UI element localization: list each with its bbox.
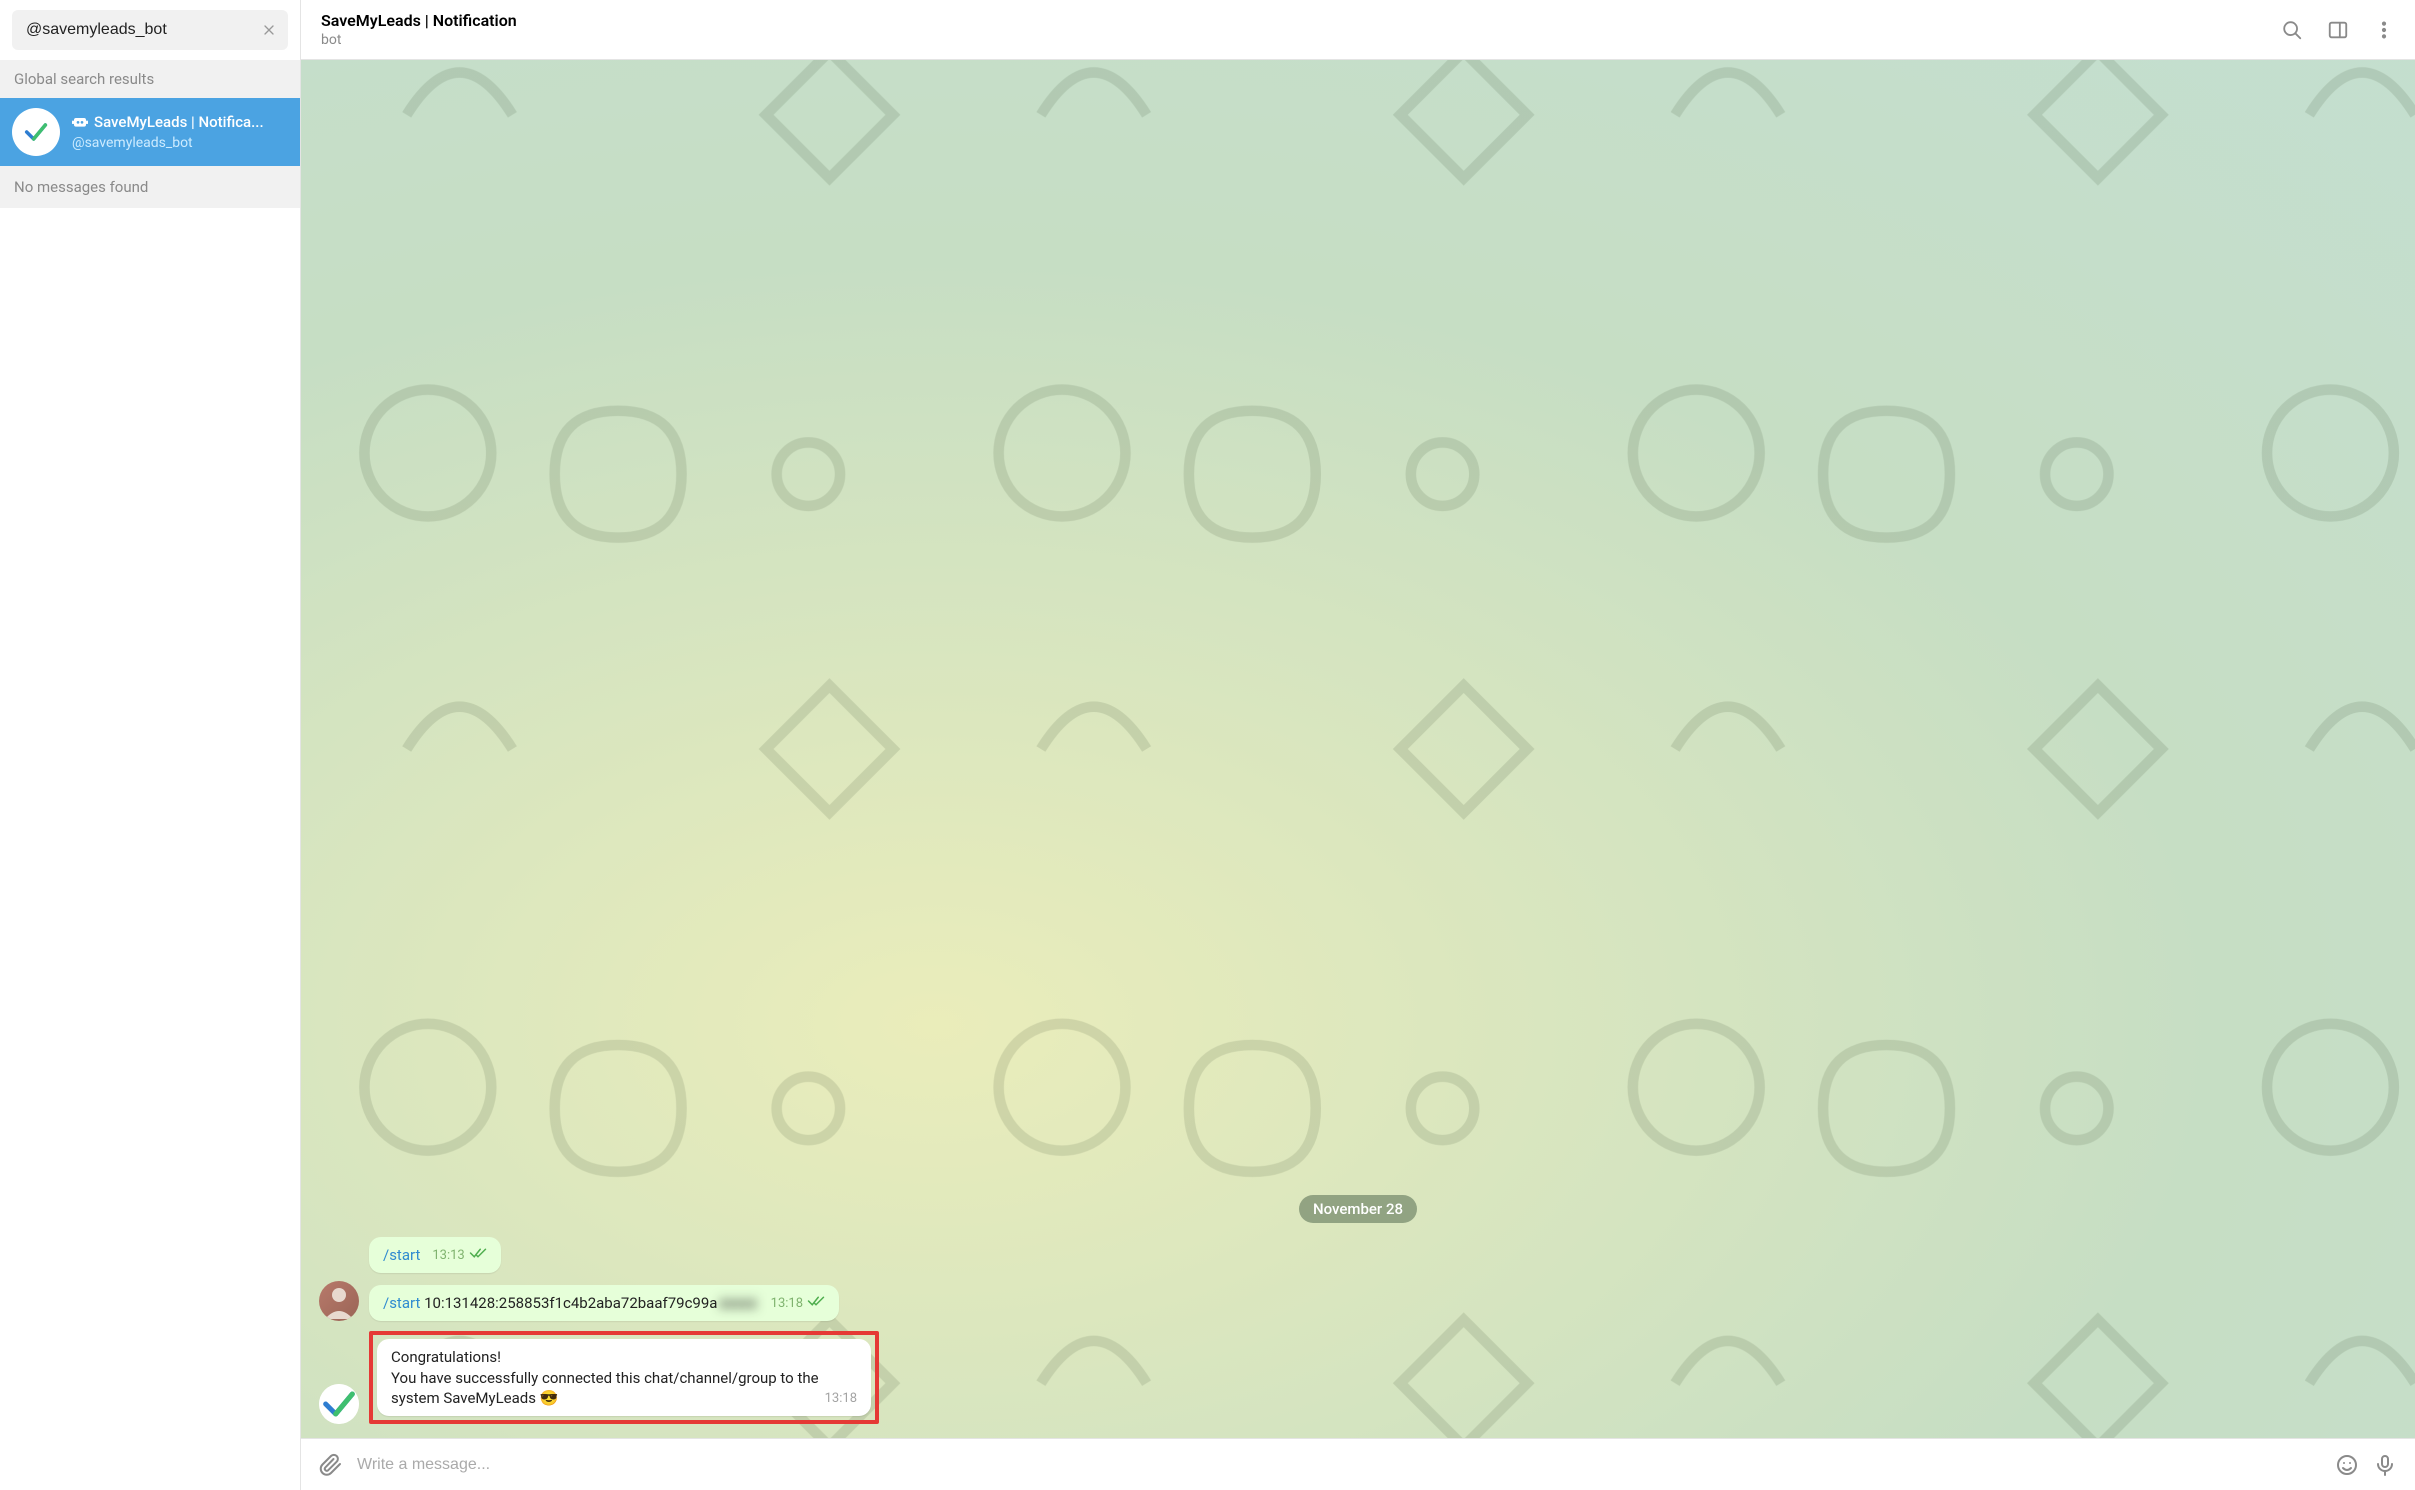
message-line: Congratulations! (391, 1347, 857, 1367)
date-separator: November 28 (1299, 1195, 1417, 1223)
avatar-spacer (319, 1272, 359, 1273)
search-result-text: SaveMyLeads | Notifica... @savemyleads_b… (72, 113, 288, 151)
main: SaveMyLeads | Notification bot (301, 0, 2415, 1490)
message-bubble: /start 10:131428:258853f1c4b2aba72baaf79… (369, 1285, 839, 1321)
microphone-icon[interactable] (2373, 1453, 2397, 1477)
message-out[interactable]: /start 10:131428:258853f1c4b2aba72baaf79… (319, 1281, 839, 1321)
search-result-handle: @savemyleads_bot (72, 135, 288, 151)
highlight-frame: Congratulations! You have successfully c… (369, 1331, 879, 1424)
smile-icon[interactable] (2335, 1453, 2359, 1477)
sidebar: Global search results SaveMyLeads | Noti… (0, 0, 301, 1490)
message-bubble: Congratulations! You have successfully c… (377, 1339, 871, 1416)
avatar[interactable] (319, 1281, 359, 1321)
message-meta: 13:18 (825, 1390, 857, 1408)
avatar (12, 108, 60, 156)
search-result-title: SaveMyLeads | Notifica... (94, 113, 264, 131)
message-meta: 13:13 (432, 1247, 486, 1265)
message-command[interactable]: /start (383, 1246, 420, 1264)
message-time: 13:18 (771, 1295, 803, 1313)
no-messages-label: No messages found (0, 166, 300, 208)
close-icon[interactable] (258, 19, 280, 41)
paperclip-icon[interactable] (319, 1453, 343, 1477)
double-check-icon (807, 1295, 825, 1313)
search-input[interactable] (26, 21, 252, 39)
message-input-bar (301, 1438, 2415, 1490)
message-meta: 13:18 (771, 1295, 825, 1313)
message-text: 10:131428:258853f1c4b2aba72baaf79c99a (420, 1294, 717, 1312)
search-icon[interactable] (2281, 19, 2303, 41)
search-box (12, 10, 288, 50)
chat-header-info[interactable]: SaveMyLeads | Notification bot (321, 11, 517, 48)
message-input[interactable] (357, 1456, 2321, 1474)
chat-title: SaveMyLeads | Notification (321, 11, 517, 30)
chat-body[interactable]: November 28 /start 13:13 (301, 60, 2415, 1438)
avatar[interactable] (319, 1384, 359, 1424)
search-result-item[interactable]: SaveMyLeads | Notifica... @savemyleads_b… (0, 98, 300, 166)
message-command[interactable]: /start (383, 1294, 420, 1312)
message-time: 13:13 (432, 1247, 464, 1265)
bot-icon (72, 115, 88, 129)
more-vertical-icon[interactable] (2373, 19, 2395, 41)
message-bubble: /start 13:13 (369, 1237, 501, 1273)
side-panel-icon[interactable] (2327, 19, 2349, 41)
chat-header-actions (2281, 19, 2395, 41)
message-in[interactable]: Congratulations! You have successfully c… (319, 1329, 879, 1424)
message-line: You have successfully connected this cha… (391, 1369, 819, 1407)
double-check-icon (469, 1247, 487, 1265)
chat-header: SaveMyLeads | Notification bot (301, 0, 2415, 60)
chat-subtitle: bot (321, 32, 517, 48)
search-section-heading: Global search results (0, 60, 300, 98)
message-out[interactable]: /start 13:13 (319, 1237, 501, 1273)
message-list: November 28 /start 13:13 (301, 60, 2415, 1438)
message-time: 13:18 (825, 1390, 857, 1408)
search-container (0, 0, 300, 60)
message-text-redacted: xxxxx (717, 1294, 758, 1312)
